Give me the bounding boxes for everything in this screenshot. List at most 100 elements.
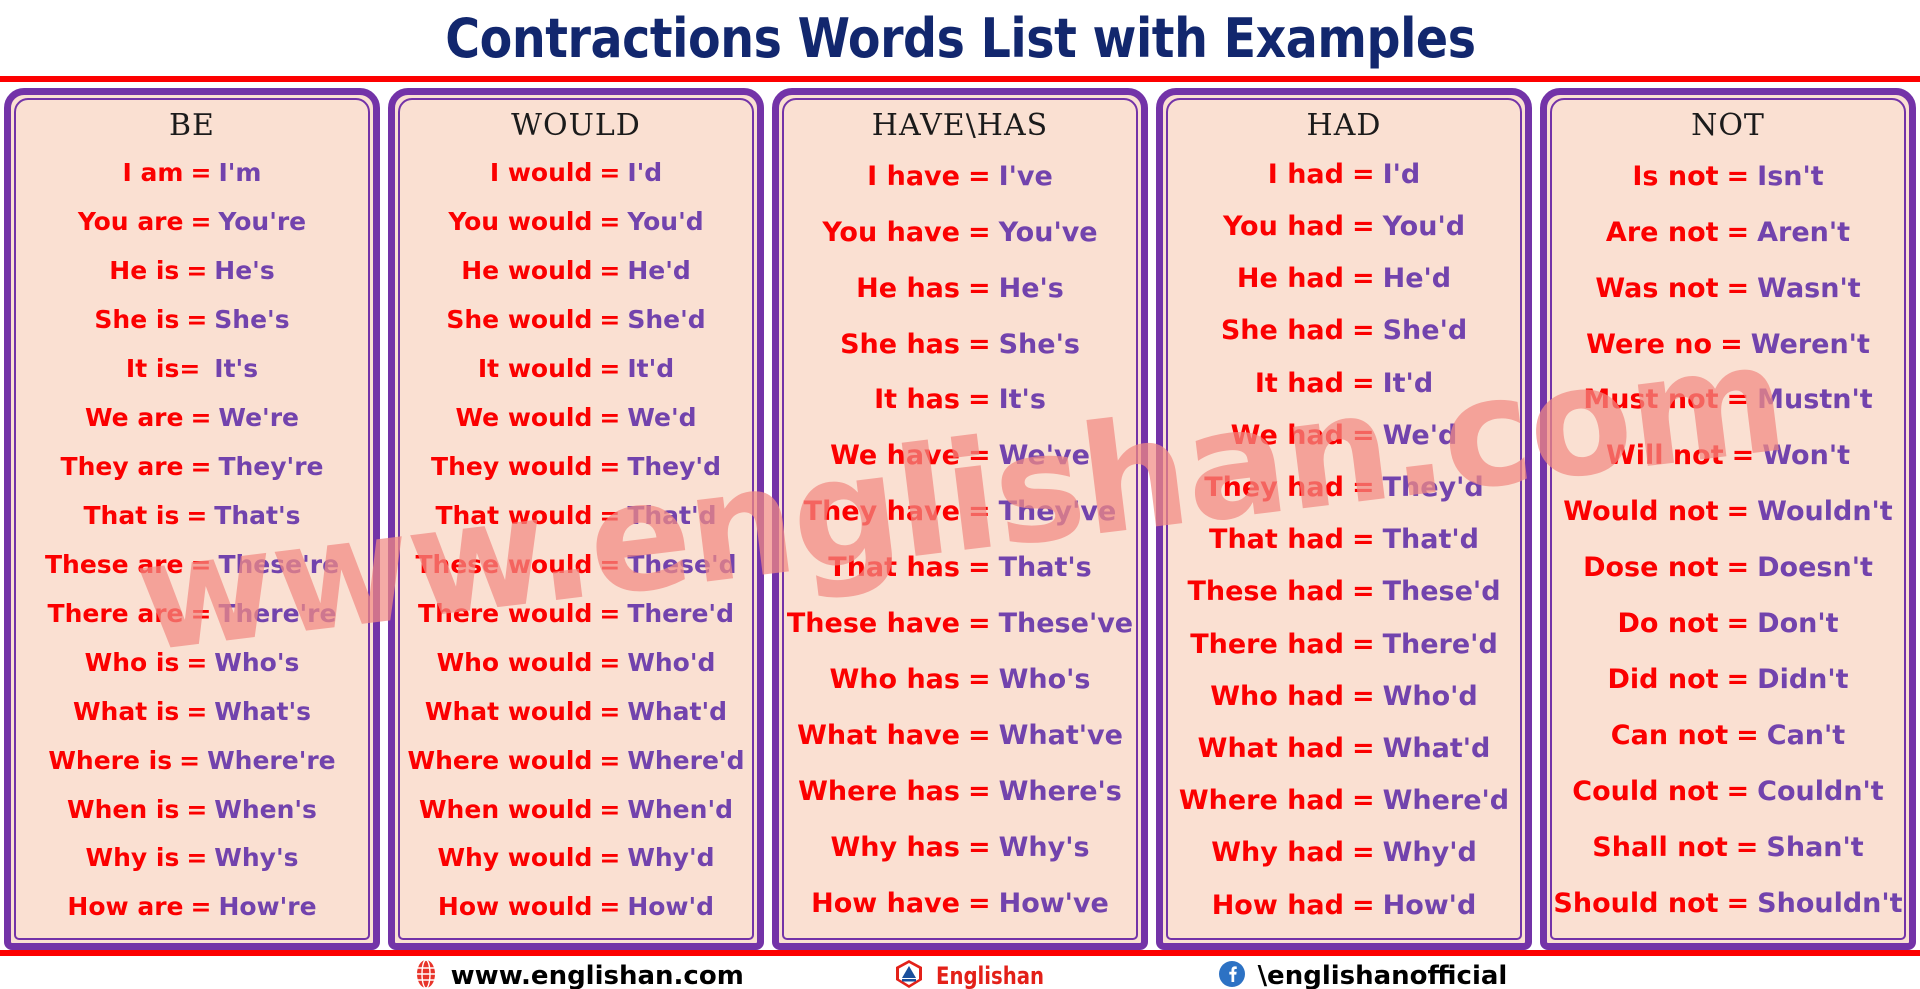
contraction-row: What have = What've [788, 720, 1132, 751]
contraction-row: She had = She'd [1172, 315, 1516, 347]
contraction-row: That would = That'd [404, 500, 748, 530]
contracted-form: Weren't [1750, 328, 1870, 360]
page-title: Contractions Words List with Examples [444, 6, 1476, 70]
contraction-row: Why had = Why'd [1172, 839, 1516, 868]
contracted-form: That'd [1382, 524, 1479, 556]
contracted-form: She'd [1382, 315, 1468, 347]
contraction-row: These have = These've [787, 609, 1133, 638]
equals-sign: = [1351, 732, 1375, 764]
contracted-form: They've [998, 496, 1117, 528]
full-form: I have [867, 160, 960, 192]
full-form: We have [830, 440, 960, 472]
contraction-row: We have = We've [788, 440, 1132, 472]
equals-sign: = [190, 892, 212, 922]
contraction-row: Where has = Where's [788, 775, 1132, 807]
equals-sign: = [186, 256, 208, 286]
contracted-form: You're [218, 207, 307, 237]
full-form: I would [489, 158, 593, 188]
contracted-form: They'd [627, 451, 721, 481]
full-form: What had [1197, 732, 1344, 764]
equals-sign: = [1726, 664, 1750, 696]
equals-sign: = [190, 549, 212, 579]
contracted-form: Shan't [1766, 831, 1864, 863]
contracted-form: There'd [627, 598, 734, 628]
contraction-row: Will not = Won't [1556, 442, 1900, 471]
contraction-row: Did not = Didn't [1556, 664, 1900, 696]
contraction-row: Should not = Shouldn't [1553, 887, 1903, 919]
equals-sign: = [1351, 211, 1375, 243]
full-form: It has [874, 384, 960, 416]
equals-sign: = [186, 696, 208, 726]
equals-sign: = [967, 160, 991, 192]
footer-website[interactable]: www.englishan.com [413, 958, 744, 989]
footer-facebook[interactable]: \englishanofficial [1218, 960, 1507, 989]
contraction-row: We had = We'd [1172, 419, 1516, 451]
contracted-form: That'd [627, 500, 717, 530]
equals-sign: = [599, 843, 621, 873]
equals-sign: = [967, 664, 991, 696]
contraction-row: She would = She'd [404, 306, 748, 333]
full-form: Who had [1210, 680, 1344, 712]
contracted-form: Wouldn't [1757, 496, 1893, 528]
full-form: He is [109, 256, 180, 286]
footer: www.englishan.com Englishan \englishanof… [0, 956, 1920, 989]
full-form: Could not [1572, 775, 1719, 807]
contracted-form: Can't [1766, 720, 1846, 751]
contracted-form: When's [214, 794, 317, 824]
equals-sign: = [599, 451, 621, 481]
equals-sign: = [1351, 785, 1375, 817]
poster: Contractions Words List with Examples BE… [0, 0, 1920, 989]
contraction-rows: I would = I'd You would = You'd He would = He'd S… [404, 149, 748, 932]
contracted-form: There're [218, 598, 337, 628]
equals-sign: = [599, 794, 621, 824]
full-form: You have [822, 216, 960, 248]
contraction-row: Was not = Wasn't [1556, 272, 1900, 304]
full-form: Can not [1610, 720, 1729, 751]
contraction-row: It would = It'd [404, 354, 748, 384]
equals-sign: = [1351, 889, 1375, 921]
full-form: Do not [1617, 608, 1719, 640]
contracted-form: Where's [998, 775, 1122, 807]
contracted-form: Where'd [627, 745, 745, 775]
equals-sign: = [967, 887, 991, 919]
equals-sign: = [599, 207, 621, 237]
contraction-row: Do not = Don't [1556, 608, 1900, 640]
contraction-rows: I have = I've You have = You've He has = He's She… [787, 149, 1133, 932]
equals-sign: = [599, 549, 621, 579]
contracted-form: They'd [1382, 472, 1484, 504]
full-form: That is [83, 500, 180, 530]
full-form: She had [1220, 315, 1344, 347]
contracted-form: Who's [214, 647, 300, 677]
equals-sign: = [1720, 328, 1743, 360]
contraction-row: You would = You'd [404, 207, 748, 237]
full-form: He has [856, 272, 960, 304]
contraction-row: Must not = Mustn't [1556, 386, 1900, 415]
equals-sign: = [1351, 263, 1375, 295]
contraction-row: That is = That's [20, 500, 364, 530]
contraction-row: You had = You'd [1172, 211, 1516, 243]
full-form: When is [67, 794, 180, 824]
contraction-row: Could not = Couldn't [1556, 775, 1900, 807]
contracted-form: Shouldn't [1757, 887, 1903, 919]
full-form: Where had [1178, 785, 1344, 817]
contracted-form: Why's [214, 843, 299, 873]
contracted-form: Doesn't [1757, 552, 1873, 584]
full-form: Was not [1595, 272, 1719, 304]
equals-sign: = [599, 598, 621, 628]
contracted-form: I'd [627, 158, 663, 188]
full-form: It is= [125, 354, 201, 384]
full-form: These had [1187, 576, 1344, 608]
contraction-row: How have = How've [788, 887, 1132, 919]
contraction-row: It had = It'd [1172, 369, 1516, 398]
contraction-row: Why has = Why's [788, 833, 1132, 862]
equals-sign: = [967, 720, 991, 751]
contraction-row: We would = We'd [404, 404, 748, 431]
equals-sign: = [599, 354, 621, 384]
contracted-form: How'd [627, 892, 715, 922]
full-form: They are [60, 451, 184, 481]
equals-sign: = [1351, 419, 1375, 451]
contraction-row: Where had = Where'd [1172, 785, 1516, 817]
equals-sign: = [1726, 552, 1750, 584]
full-form: I am [122, 158, 184, 188]
equals-sign: = [186, 305, 208, 335]
